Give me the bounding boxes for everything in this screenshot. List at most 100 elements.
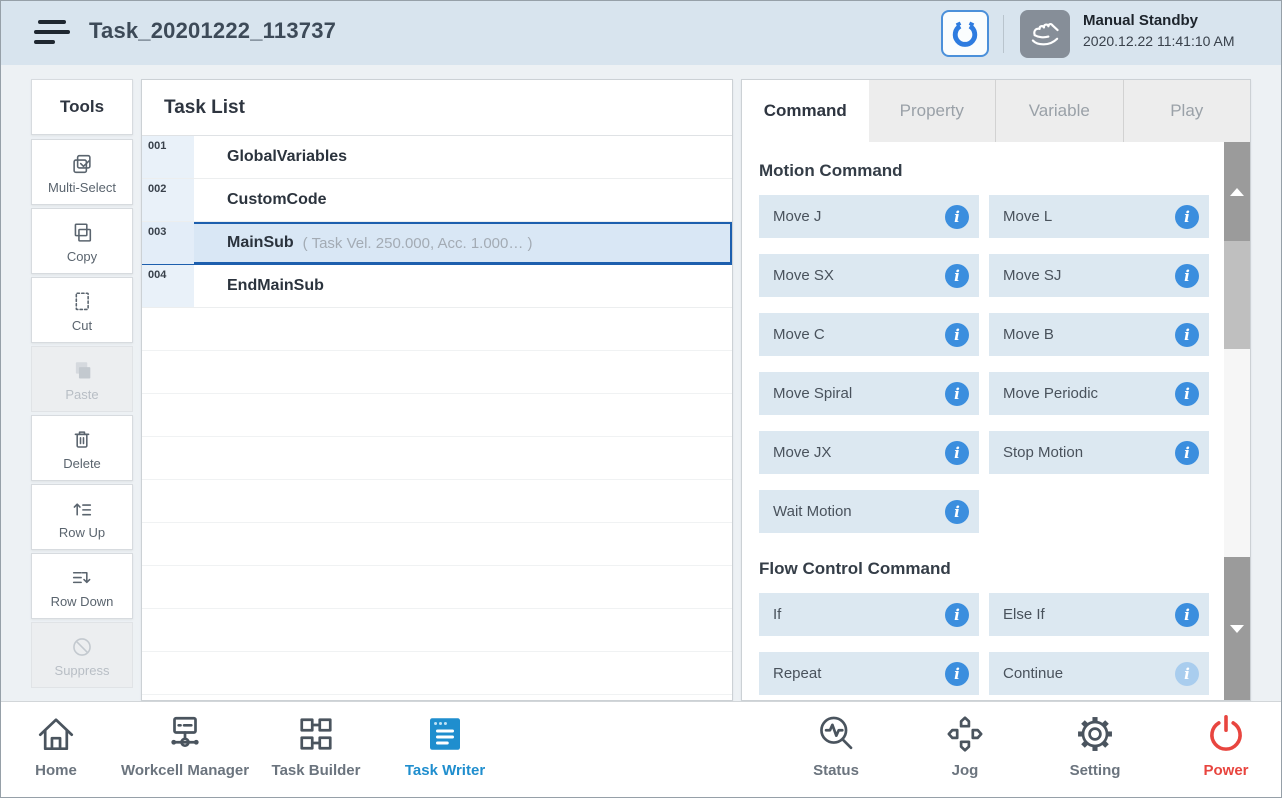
bottom-nav: Home Workcell Manager Task Builder Task … (1, 701, 1281, 798)
tab-variable[interactable]: Variable (995, 80, 1123, 142)
nav-label: Jog (952, 762, 979, 779)
tool-label: Multi-Select (48, 180, 116, 195)
tool-cut[interactable]: Cut (31, 277, 133, 343)
topbar-divider (1003, 15, 1004, 53)
tool-label: Paste (65, 387, 98, 402)
command-button-move-sx[interactable]: Move SX (759, 254, 979, 297)
setting-icon (1071, 710, 1119, 758)
task-list-empty-row (142, 308, 732, 351)
task-writer-icon (421, 710, 469, 758)
tool-row-down[interactable]: Row Down (31, 553, 133, 619)
tab-play[interactable]: Play (1123, 80, 1251, 142)
info-icon[interactable] (945, 662, 969, 686)
task-list-empty-row (142, 609, 732, 652)
command-label: Move Spiral (773, 385, 852, 402)
tool-delete[interactable]: Delete (31, 415, 133, 481)
tools-header: Tools (31, 79, 133, 135)
row-number: 003 (142, 222, 194, 264)
info-icon[interactable] (945, 264, 969, 288)
task-row-004[interactable]: 004 EndMainSub (142, 265, 732, 308)
command-label: Move SJ (1003, 267, 1061, 284)
info-icon[interactable] (1175, 205, 1199, 229)
command-button-move-j[interactable]: Move J (759, 195, 979, 238)
page-title: Task_20201222_113737 (89, 18, 336, 44)
command-label: Continue (1003, 665, 1063, 682)
gripper-button[interactable] (941, 10, 989, 57)
scrollbar (1224, 142, 1250, 700)
gripper-icon (948, 17, 982, 51)
tool-row-up[interactable]: Row Up (31, 484, 133, 550)
command-panel-content: Motion Command Move J Move L Move SX Mov… (742, 161, 1226, 695)
info-icon[interactable] (945, 500, 969, 524)
manual-mode-button[interactable] (1020, 10, 1070, 58)
command-button-move-l[interactable]: Move L (989, 195, 1209, 238)
info-icon[interactable] (945, 323, 969, 347)
command-button-move-c[interactable]: Move C (759, 313, 979, 356)
tool-copy[interactable]: Copy (31, 208, 133, 274)
nav-label: Workcell Manager (121, 762, 249, 779)
suppress-icon (68, 633, 96, 661)
task-list-empty-row (142, 437, 732, 480)
top-bar: Task_20201222_113737 Manual Standby 2020… (1, 1, 1281, 65)
cut-icon (68, 288, 96, 316)
task-row-003[interactable]: 003 MainSub ( Task Vel. 250.000, Acc. 1.… (142, 222, 732, 265)
scroll-up-button[interactable] (1224, 142, 1250, 241)
command-button-move-periodic[interactable]: Move Periodic (989, 372, 1209, 415)
row-number: 001 (142, 136, 194, 178)
command-button-move-jx[interactable]: Move JX (759, 431, 979, 474)
robot-mode-label: Manual Standby (1083, 12, 1235, 29)
nav-task-writer[interactable]: Task Writer (360, 710, 530, 779)
paste-icon (68, 357, 96, 385)
tool-label: Row Down (51, 594, 114, 609)
command-button-continue[interactable]: Continue (989, 652, 1209, 695)
row-detail: ( Task Vel. 250.000, Acc. 1.000… ) (303, 235, 533, 252)
command-button-repeat[interactable]: Repeat (759, 652, 979, 695)
scrollbar-track[interactable] (1224, 349, 1250, 557)
datetime-label: 2020.12.22 11:41:10 AM (1083, 33, 1235, 49)
command-button-move-spiral[interactable]: Move Spiral (759, 372, 979, 415)
jog-icon (941, 710, 989, 758)
info-icon[interactable] (945, 441, 969, 465)
command-label: Stop Motion (1003, 444, 1083, 461)
arrow-up-icon (1230, 188, 1244, 196)
nav-power[interactable]: Power (1141, 710, 1282, 779)
command-button-stop-motion[interactable]: Stop Motion (989, 431, 1209, 474)
info-icon[interactable] (945, 382, 969, 406)
tools-sidebar: Tools Multi-Select Copy Cut Paste Delete… (31, 79, 133, 691)
scrollbar-thumb[interactable] (1224, 241, 1250, 349)
command-label: Else If (1003, 606, 1045, 623)
tab-command[interactable]: Command (742, 80, 869, 142)
command-label: Move L (1003, 208, 1052, 225)
info-icon[interactable] (1175, 441, 1199, 465)
tab-property[interactable]: Property (869, 80, 996, 142)
command-button-if[interactable]: If (759, 593, 979, 636)
info-icon[interactable] (945, 205, 969, 229)
command-button-move-sj[interactable]: Move SJ (989, 254, 1209, 297)
task-row-002[interactable]: 002 CustomCode (142, 179, 732, 222)
status-icon (812, 710, 860, 758)
workcell-manager-icon (161, 710, 209, 758)
row-name: GlobalVariables (227, 148, 347, 166)
tool-multi-select[interactable]: Multi-Select (31, 139, 133, 205)
task-list-empty-row (142, 566, 732, 609)
info-icon[interactable] (1175, 603, 1199, 627)
info-icon[interactable] (945, 603, 969, 627)
command-label: If (773, 606, 781, 623)
row-up-icon (68, 495, 96, 523)
command-label: Move J (773, 208, 821, 225)
task-row-001[interactable]: 001 GlobalVariables (142, 136, 732, 179)
row-down-icon (68, 564, 96, 592)
nav-label: Task Writer (405, 762, 485, 779)
command-button-wait-motion[interactable]: Wait Motion (759, 490, 979, 533)
command-button-move-b[interactable]: Move B (989, 313, 1209, 356)
scroll-down-button[interactable] (1224, 557, 1250, 700)
menu-icon[interactable] (33, 17, 71, 49)
info-icon[interactable] (1175, 323, 1199, 347)
task-list-panel: Task List 001 GlobalVariables 002 Custom… (141, 79, 733, 701)
info-icon[interactable] (1175, 662, 1199, 686)
info-icon[interactable] (1175, 264, 1199, 288)
command-button-else-if[interactable]: Else If (989, 593, 1209, 636)
task-list-empty-row (142, 652, 732, 695)
tools-list: Multi-Select Copy Cut Paste Delete Row U… (31, 139, 133, 688)
info-icon[interactable] (1175, 382, 1199, 406)
